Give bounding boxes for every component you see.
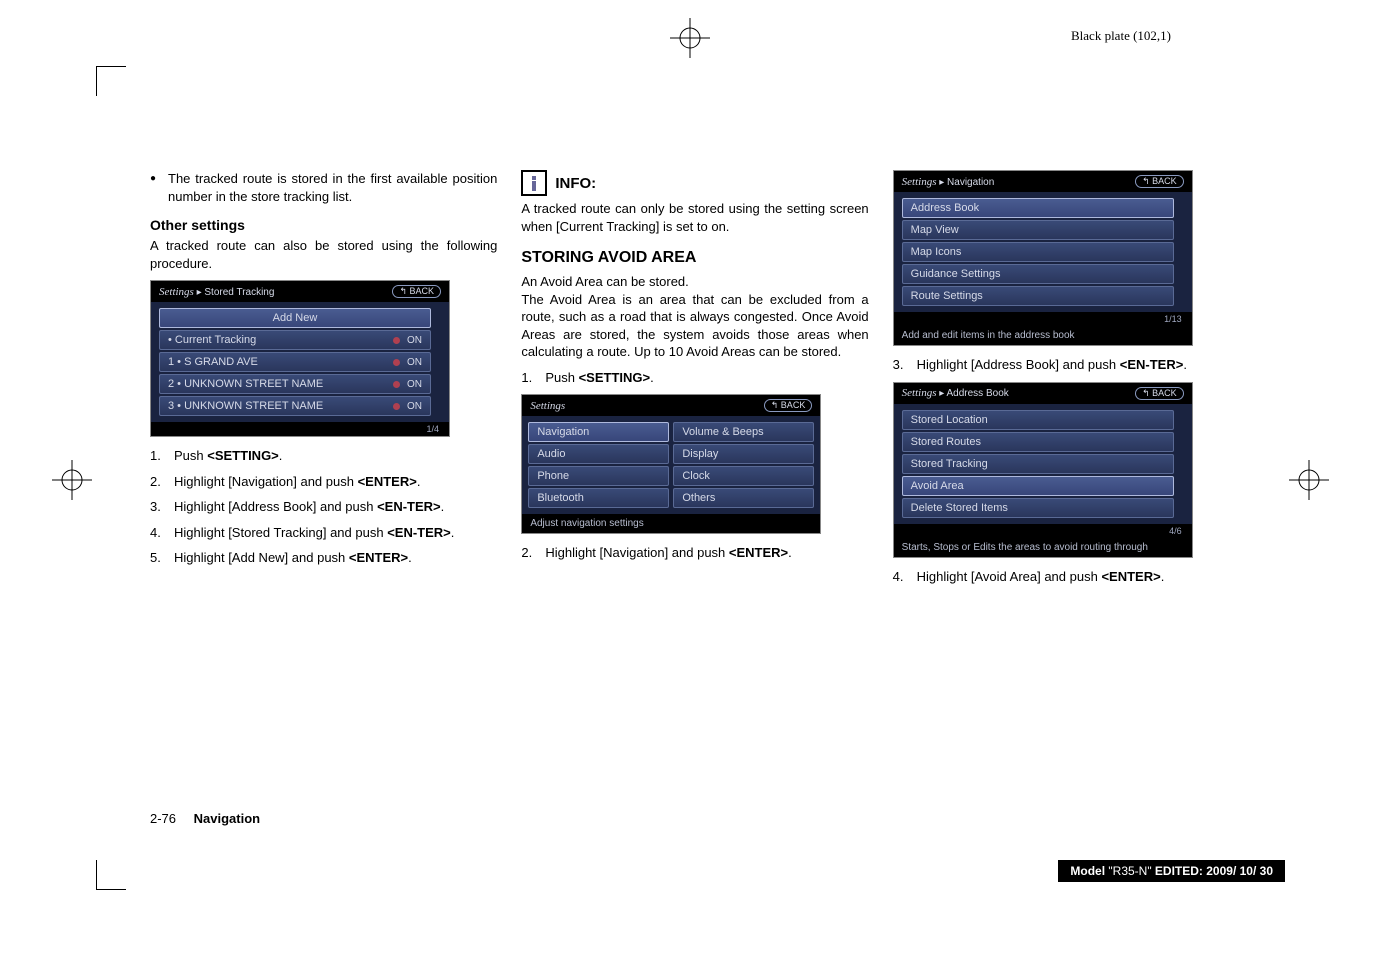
crop-mark [96,860,126,890]
bullet-list: The tracked route is stored in the first… [150,170,497,205]
procedure-list: Push <SETTING>. [521,369,868,387]
back-button[interactable]: ↰ BACK [764,399,813,412]
nav-item[interactable]: Audio [528,444,669,464]
page-content: The tracked route is stored in the first… [150,170,1240,593]
procedure-list: Highlight [Navigation] and push <ENTER>. [521,544,868,562]
ss-breadcrumb: Settings ▸ Navigation [902,176,995,188]
tracking-row[interactable]: 2 • UNKNOWN STREET NAMEON [159,374,431,394]
ss-footer: Adjust navigation settings [522,514,820,533]
step: Highlight [Address Book] and push <EN-TE… [893,356,1240,374]
info-text: A tracked route can only be stored using… [521,200,868,235]
page-number: 2-76 [150,811,176,826]
nav-item[interactable]: Navigation [528,422,669,442]
info-box: INFO: [521,170,868,196]
pager: 4/6 [894,524,1192,538]
screenshot-address-book: Settings ▸ Address Book ↰ BACK Stored Lo… [893,382,1193,558]
section-text: The Avoid Area is an area that can be ex… [521,291,868,361]
registration-mark-top [670,18,710,58]
menu-item[interactable]: Map Icons [902,242,1174,262]
ss-title: Settings [530,400,565,412]
tracking-row[interactable]: 1 • S GRAND AVEON [159,352,431,372]
edited-date: EDITED: 2009/ 10/ 30 [1152,864,1273,878]
plate-label: Black plate (102,1) [1071,28,1171,44]
crop-mark [96,66,126,96]
nav-item[interactable]: Volume & Beeps [673,422,814,442]
nav-item[interactable]: Others [673,488,814,508]
model-code: "R35-N" [1108,864,1151,878]
column-1: The tracked route is stored in the first… [150,170,497,593]
step: Highlight [Address Book] and push <EN-TE… [150,498,497,516]
page-footer: 2-76 Navigation [150,811,260,826]
other-settings-heading: Other settings [150,217,497,233]
section-name: Navigation [194,811,260,826]
ss-breadcrumb: Settings Settings ▸ Stored Tracking▸ Sto… [159,286,274,298]
step: Push <SETTING>. [150,447,497,465]
menu-item[interactable]: Stored Location [902,410,1174,430]
bullet-item: The tracked route is stored in the first… [150,170,497,205]
nav-item[interactable]: Display [673,444,814,464]
ss-breadcrumb: Settings ▸ Address Book [902,387,1009,399]
pager: 1/13 [894,312,1192,326]
section-heading: STORING AVOID AREA [521,249,868,267]
back-button[interactable]: ↰ BACK [1135,387,1184,400]
screenshot-stored-tracking: Settings Settings ▸ Stored Tracking▸ Sto… [150,280,450,437]
pager: 1/4 [151,422,449,436]
back-button[interactable]: ↰ BACK [1135,175,1184,188]
column-2: INFO: A tracked route can only be stored… [521,170,868,593]
tracking-row[interactable]: 3 • UNKNOWN STREET NAMEON [159,396,431,416]
menu-item[interactable]: Address Book [902,198,1174,218]
step: Highlight [Navigation] and push <ENTER>. [521,544,868,562]
tracking-row[interactable]: • Current TrackingON [159,330,431,350]
step: Highlight [Navigation] and push <ENTER>. [150,473,497,491]
add-new-row[interactable]: Add New [159,308,431,328]
step: Highlight [Add New] and push <ENTER>. [150,549,497,567]
menu-item[interactable]: Stored Tracking [902,454,1174,474]
registration-mark-right [1289,460,1329,500]
screenshot-settings: Settings ↰ BACK Navigation Audio Phone B… [521,394,821,534]
procedure-list: Highlight [Avoid Area] and push <ENTER>. [893,568,1240,586]
procedure-list: Push <SETTING>. Highlight [Navigation] a… [150,447,497,567]
info-icon [521,170,547,196]
menu-item[interactable]: Route Settings [902,286,1174,306]
screenshot-navigation: Settings ▸ Navigation ↰ BACK Address Boo… [893,170,1193,346]
menu-item[interactable]: Guidance Settings [902,264,1174,284]
registration-mark-left [52,460,92,500]
step: Push <SETTING>. [521,369,868,387]
column-3: Settings ▸ Navigation ↰ BACK Address Boo… [893,170,1240,593]
ss-footer: Starts, Stops or Edits the areas to avoi… [894,538,1192,557]
info-label: INFO: [555,175,596,192]
model-prefix: Model [1070,864,1108,878]
nav-item[interactable]: Bluetooth [528,488,669,508]
procedure-list: Highlight [Address Book] and push <EN-TE… [893,356,1240,374]
other-settings-text: A tracked route can also be stored using… [150,237,497,272]
step: Highlight [Stored Tracking] and push <EN… [150,524,497,542]
menu-item[interactable]: Map View [902,220,1174,240]
model-bar: Model "R35-N" EDITED: 2009/ 10/ 30 [1058,860,1285,882]
menu-item[interactable]: Stored Routes [902,432,1174,452]
step: Highlight [Avoid Area] and push <ENTER>. [893,568,1240,586]
ss-footer: Add and edit items in the address book [894,326,1192,345]
menu-item[interactable]: Delete Stored Items [902,498,1174,518]
menu-item[interactable]: Avoid Area [902,476,1174,496]
nav-item[interactable]: Clock [673,466,814,486]
back-button[interactable]: ↰ BACK [392,285,441,298]
section-text: An Avoid Area can be stored. [521,273,868,291]
nav-item[interactable]: Phone [528,466,669,486]
